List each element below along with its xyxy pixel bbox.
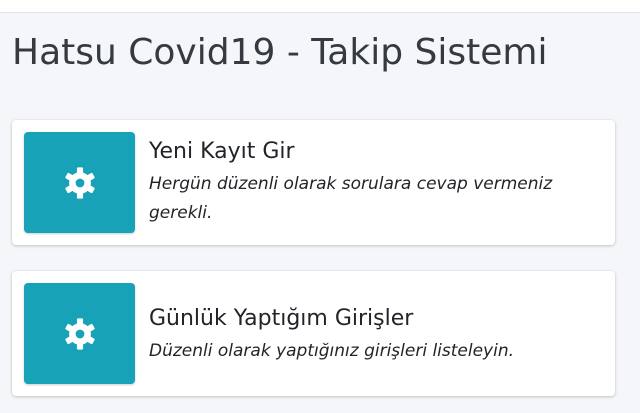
daily-entries-card[interactable]: Günlük Yaptığım Girişler Düzenli olarak … <box>12 271 615 396</box>
page-title: Hatsu Covid19 - Takip Sistemi <box>12 32 548 73</box>
new-entry-title[interactable]: Yeni Kayıt Gir <box>149 136 599 168</box>
daily-entries-description: Düzenli olarak yaptığınız girişleri list… <box>149 341 515 361</box>
top-navbar <box>0 0 640 13</box>
gear-icon <box>64 317 95 350</box>
new-entry-icon-box <box>24 132 135 233</box>
new-entry-card-text: Yeni Kayıt Gir Hergün düzenli olarak sor… <box>149 136 599 228</box>
daily-entries-icon-box <box>24 283 135 384</box>
daily-entries-card-text: Günlük Yaptığım Girişler Düzenli olarak … <box>149 303 599 366</box>
new-entry-card[interactable]: Yeni Kayıt Gir Hergün düzenli olarak sor… <box>12 120 615 245</box>
gear-icon <box>64 166 95 199</box>
daily-entries-title[interactable]: Günlük Yaptığım Girişler <box>149 303 599 335</box>
new-entry-description: Hergün düzenli olarak sorulara cevap ver… <box>149 174 553 223</box>
